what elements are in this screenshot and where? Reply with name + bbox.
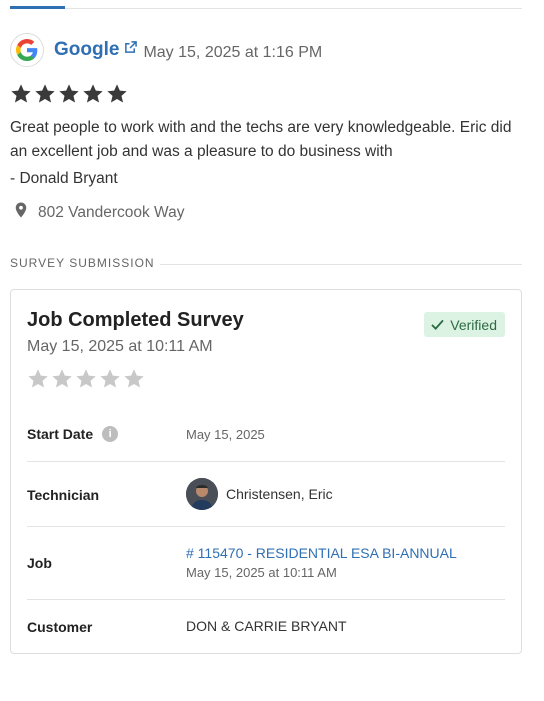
review-header: Google May 15, 2025 at 1:16 PM <box>10 33 322 67</box>
source-name[interactable]: Google <box>54 39 119 61</box>
review-location: 802 Vandercook Way <box>12 200 184 225</box>
star-empty-icon[interactable] <box>123 368 145 390</box>
job-value: # 115470 - RESIDENTIAL ESA BI-ANNUAL May… <box>186 545 457 580</box>
active-tab-indicator <box>10 6 65 9</box>
star-empty-icon[interactable] <box>51 368 73 390</box>
survey-card: Job Completed Survey May 15, 2025 at 10:… <box>10 289 522 654</box>
star-empty-icon[interactable] <box>75 368 97 390</box>
customer-row: Customer DON & CARRIE BRYANT <box>27 599 505 653</box>
job-date: May 15, 2025 at 10:11 AM <box>186 565 337 580</box>
technician-name: Christensen, Eric <box>226 486 333 502</box>
customer-label: Customer <box>27 619 93 635</box>
review-date: May 15, 2025 at 1:16 PM <box>143 44 323 61</box>
star-empty-icon[interactable] <box>99 368 121 390</box>
job-row: Job # 115470 - RESIDENTIAL ESA BI-ANNUAL… <box>27 526 505 600</box>
location-address: 802 Vandercook Way <box>38 203 185 221</box>
verified-badge: Verified <box>424 312 505 337</box>
customer-value: DON & CARRIE BRYANT <box>186 618 347 634</box>
survey-star-rating[interactable] <box>27 368 145 390</box>
survey-title: Job Completed Survey <box>27 309 244 331</box>
technician-label: Technician <box>27 487 100 503</box>
technician-avatar <box>186 478 218 510</box>
survey-date: May 15, 2025 at 10:11 AM <box>27 338 213 355</box>
info-icon[interactable]: i <box>102 426 119 442</box>
star-filled-icon <box>83 84 103 103</box>
star-filled-icon <box>59 84 79 103</box>
section-divider <box>160 264 522 265</box>
reviewer-name: - Donald Bryant <box>10 170 118 187</box>
verified-label: Verified <box>450 316 497 333</box>
google-source-link[interactable]: Google <box>54 39 138 61</box>
job-label: Job <box>27 555 52 571</box>
map-pin-icon <box>12 200 30 225</box>
star-filled-icon <box>107 84 127 103</box>
technician-row: Technician Christensen, Eric <box>27 461 505 527</box>
google-logo-icon <box>10 33 44 67</box>
check-icon <box>431 319 444 330</box>
top-divider <box>10 8 522 9</box>
review-star-rating <box>10 83 128 105</box>
section-heading: SURVEY SUBMISSION <box>10 256 155 270</box>
start-date-label-wrap: Start Date i <box>27 426 119 442</box>
technician-value: Christensen, Eric <box>186 478 333 510</box>
star-filled-icon <box>35 84 55 103</box>
external-link-icon[interactable] <box>124 40 138 54</box>
star-filled-icon <box>11 84 31 103</box>
start-date-label: Start Date <box>27 426 94 442</box>
job-link[interactable]: # 115470 - RESIDENTIAL ESA BI-ANNUAL <box>186 545 457 561</box>
star-empty-icon[interactable] <box>27 368 49 390</box>
start-date-value: May 15, 2025 <box>186 427 265 442</box>
start-date-row: Start Date i May 15, 2025 <box>27 404 505 462</box>
review-text: Great people to work with and the techs … <box>10 119 512 160</box>
